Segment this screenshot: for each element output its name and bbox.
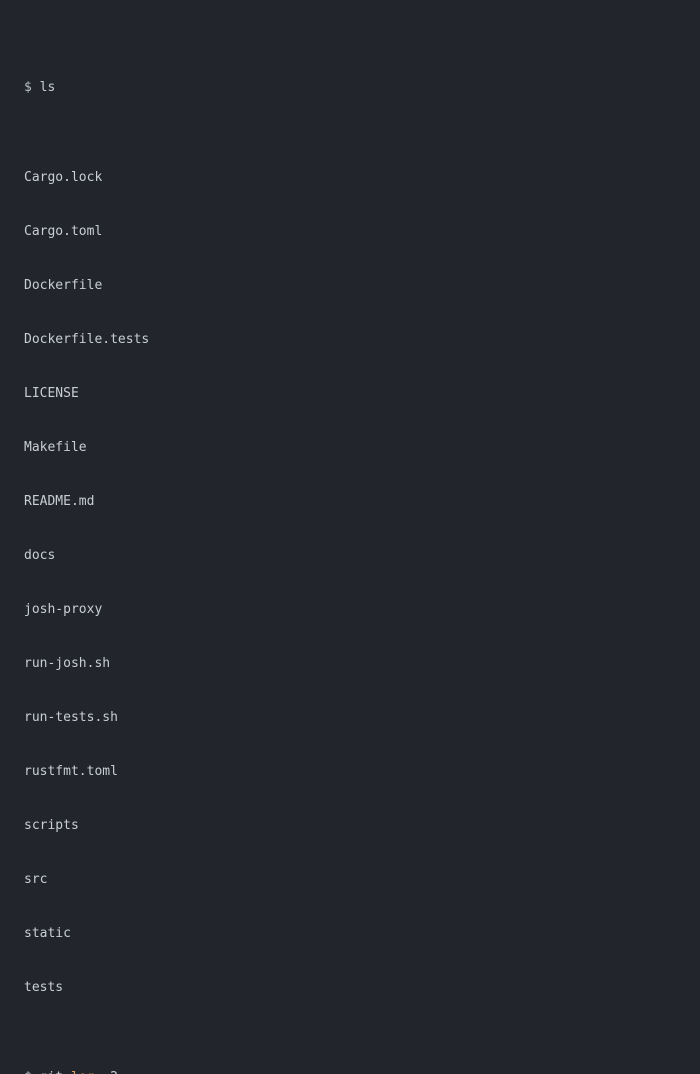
list-item: README.md [24,493,700,511]
file-entry-7: docs [24,548,56,563]
file-entry-3: Dockerfile.tests [24,332,150,347]
file-entry-6: README.md [24,494,95,509]
command-git: git [40,1070,63,1074]
git-args: -2 [102,1070,118,1074]
list-item: Cargo.toml [24,223,700,241]
prompt-symbol: $ [24,1070,32,1074]
list-item: scripts [24,817,700,835]
list-item: LICENSE [24,385,700,403]
command-ls: ls [39,80,56,95]
file-entry-13: src [24,872,48,887]
file-entry-10: run-tests.sh [24,710,118,725]
file-entry-4: LICENSE [24,386,79,401]
file-entry-9: run-josh.sh [24,656,111,671]
list-item: src [24,871,700,889]
file-entry-8: josh-proxy [24,602,103,617]
command-line-git-log: $ git log -2 [24,1069,700,1074]
command-line-ls: $ ls [24,79,700,97]
file-entry-14: static [24,926,71,941]
list-item: Dockerfile [24,277,700,295]
prompt-symbol: $ [24,80,32,95]
file-entry-0: Cargo.lock [24,170,103,185]
list-item: run-josh.sh [24,655,700,673]
list-item: Cargo.lock [24,169,700,187]
list-item: rustfmt.toml [24,763,700,781]
list-item: tests [24,979,700,997]
list-item: static [24,925,700,943]
git-subcommand-log: log [71,1070,94,1074]
file-entry-15: tests [24,980,64,995]
file-entry-12: scripts [24,818,79,833]
list-item: Dockerfile.tests [24,331,700,349]
terminal-screen[interactable]: $ ls Cargo.lock Cargo.toml Dockerfile Do… [0,0,700,1074]
file-entry-1: Cargo.toml [24,224,103,239]
list-item: run-tests.sh [24,709,700,727]
file-entry-11: rustfmt.toml [24,764,118,779]
list-item: Makefile [24,439,700,457]
list-item: docs [24,547,700,565]
file-entry-5: Makefile [24,440,87,455]
list-item: josh-proxy [24,601,700,619]
file-entry-2: Dockerfile [24,278,103,293]
